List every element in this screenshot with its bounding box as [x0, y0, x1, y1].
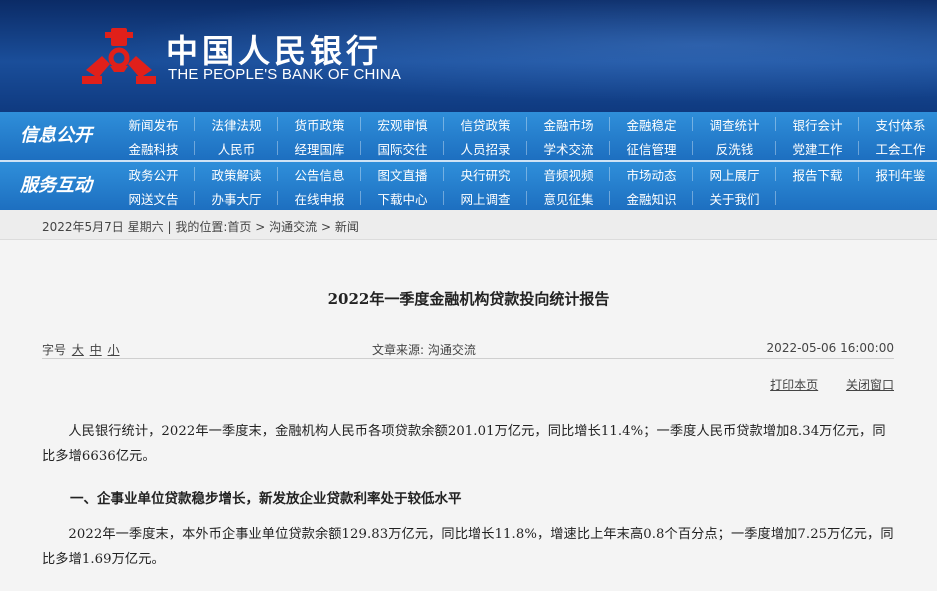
breadcrumb-arrow: >: [255, 220, 266, 234]
current-date: 2022年5月7日 星期六: [42, 220, 164, 234]
nav-item[interactable]: 金融稳定: [610, 112, 693, 136]
font-size-large-link[interactable]: 大: [72, 343, 84, 357]
breadcrumb-arrow: >: [320, 220, 332, 234]
nav-item[interactable]: 金融知识: [610, 186, 693, 210]
print-page-link[interactable]: 打印本页: [770, 378, 818, 392]
nav-item[interactable]: 党建工作: [776, 136, 859, 160]
nav-item[interactable]: 网上调查: [444, 186, 527, 210]
nav-item[interactable]: 工会工作: [859, 136, 937, 160]
article-date: 2022-05-06 16:00:00: [766, 341, 894, 355]
nav-item[interactable]: 图文直播: [361, 162, 444, 186]
breadcrumb-home[interactable]: 首页: [227, 220, 251, 234]
nav-section-info-label: 信息公开: [20, 125, 92, 146]
breadcrumb-news[interactable]: 新闻: [335, 220, 359, 234]
close-window-link[interactable]: 关闭窗口: [846, 378, 894, 392]
nav-item[interactable]: 银行会计: [776, 112, 859, 136]
site-header: 中国人民银行 THE PEOPLE'S BANK OF CHINA: [0, 0, 937, 112]
nav-grid-info: 新闻发布 法律法规 货币政策 宏观审慎 信贷政策 金融市场 金融稳定 调查统计 银行会计 支付体系…: [112, 112, 937, 160]
font-size-label: 字号: [42, 343, 67, 357]
nav-item[interactable]: 金融科技: [112, 136, 195, 160]
breadcrumb-communication[interactable]: 沟通交流: [269, 220, 317, 234]
font-size-small-link[interactable]: 小: [108, 343, 120, 357]
nav-item[interactable]: 下载中心: [361, 186, 444, 210]
site-title-en: THE PEOPLE'S BANK OF CHINA: [168, 66, 402, 83]
breadcrumb: 2022年5月7日 星期六 | 我的位置:首页 > 沟通交流 > 新闻: [42, 218, 359, 235]
nav-item[interactable]: 办事大厅: [195, 186, 278, 210]
nav-item[interactable]: 公告信息: [278, 162, 361, 186]
nav-item[interactable]: 货币政策: [278, 112, 361, 136]
nav-item[interactable]: 反洗钱: [693, 136, 776, 160]
nav-section-service-label: 服务互动: [20, 175, 92, 196]
article-source: 文章来源: 沟通交流: [372, 343, 476, 357]
nav-item[interactable]: 征信管理: [610, 136, 693, 160]
nav-band-service: 服务互动 政务公开 政策解读 公告信息 图文直播 央行研究 音频视频 市场动态 网上展厅 报告下…: [0, 162, 937, 210]
nav-item[interactable]: 政策解读: [195, 162, 278, 186]
nav-item[interactable]: 网上展厅: [693, 162, 776, 186]
nav-item[interactable]: 信贷政策: [444, 112, 527, 136]
article-section-heading-1: 一、企事业单位贷款稳步增长，新发放企业贷款利率处于较低水平: [70, 491, 462, 507]
nav-item[interactable]: 宏观审慎: [361, 112, 444, 136]
nav-item[interactable]: 报告下载: [776, 162, 859, 186]
nav-item[interactable]: 经理国库: [278, 136, 361, 160]
nav-item[interactable]: 法律法规: [195, 112, 278, 136]
article-paragraph-2: 2022年一季度末，本外币企事业单位贷款余额129.83万亿元，同比增长11.8…: [42, 527, 894, 567]
nav-item[interactable]: 人员招录: [444, 136, 527, 160]
breadcrumb-location-label: 我的位置:: [175, 220, 228, 234]
font-size-medium-link[interactable]: 中: [90, 343, 102, 357]
nav-band-info: 信息公开 新闻发布 法律法规 货币政策 宏观审慎 信贷政策 金融市场 金融稳定 调查统计 银行会…: [0, 112, 937, 160]
nav-item[interactable]: 金融市场: [527, 112, 610, 136]
nav-grid-service: 政务公开 政策解读 公告信息 图文直播 央行研究 音频视频 市场动态 网上展厅 报告下载 报刊年鉴…: [112, 162, 937, 210]
article-tools: 打印本页 关闭窗口: [746, 376, 894, 393]
nav-item[interactable]: 意见征集: [527, 186, 610, 210]
breadcrumb-bar: 2022年5月7日 星期六 | 我的位置:首页 > 沟通交流 > 新闻: [0, 210, 937, 240]
nav-item[interactable]: 报刊年鉴: [859, 162, 937, 186]
nav-item[interactable]: 央行研究: [444, 162, 527, 186]
nav-item[interactable]: 关于我们: [693, 186, 776, 210]
breadcrumb-separator: |: [167, 220, 172, 234]
nav-item[interactable]: 支付体系: [859, 112, 937, 136]
nav-item[interactable]: 新闻发布: [112, 112, 195, 136]
article-meta-bar: 字号 大 中 小 文章来源: 沟通交流 2022-05-06 16:00:00: [42, 337, 894, 359]
article-title: 2022年一季度金融机构贷款投向统计报告: [327, 290, 610, 308]
pboc-logo-icon[interactable]: [80, 26, 158, 90]
article-content: 2022年一季度金融机构贷款投向统计报告 字号 大 中 小 文章来源: 沟通交流…: [0, 240, 937, 591]
nav-item[interactable]: 人民币: [195, 136, 278, 160]
nav-item[interactable]: 国际交往: [361, 136, 444, 160]
font-size-control: 字号 大 中 小: [42, 341, 120, 358]
nav-item[interactable]: 调查统计: [693, 112, 776, 136]
nav-item[interactable]: 音频视频: [527, 162, 610, 186]
nav-item[interactable]: 学术交流: [527, 136, 610, 160]
nav-item[interactable]: 政务公开: [112, 162, 195, 186]
nav-item[interactable]: 在线申报: [278, 186, 361, 210]
nav-item[interactable]: 市场动态: [610, 162, 693, 186]
main-navigation: 信息公开 新闻发布 法律法规 货币政策 宏观审慎 信贷政策 金融市场 金融稳定 调查统计 银行会…: [0, 112, 937, 210]
article-paragraph-1: 人民银行统计，2022年一季度末，金融机构人民币各项贷款余额201.01万亿元，…: [42, 424, 886, 464]
nav-item[interactable]: 网送文告: [112, 186, 195, 210]
